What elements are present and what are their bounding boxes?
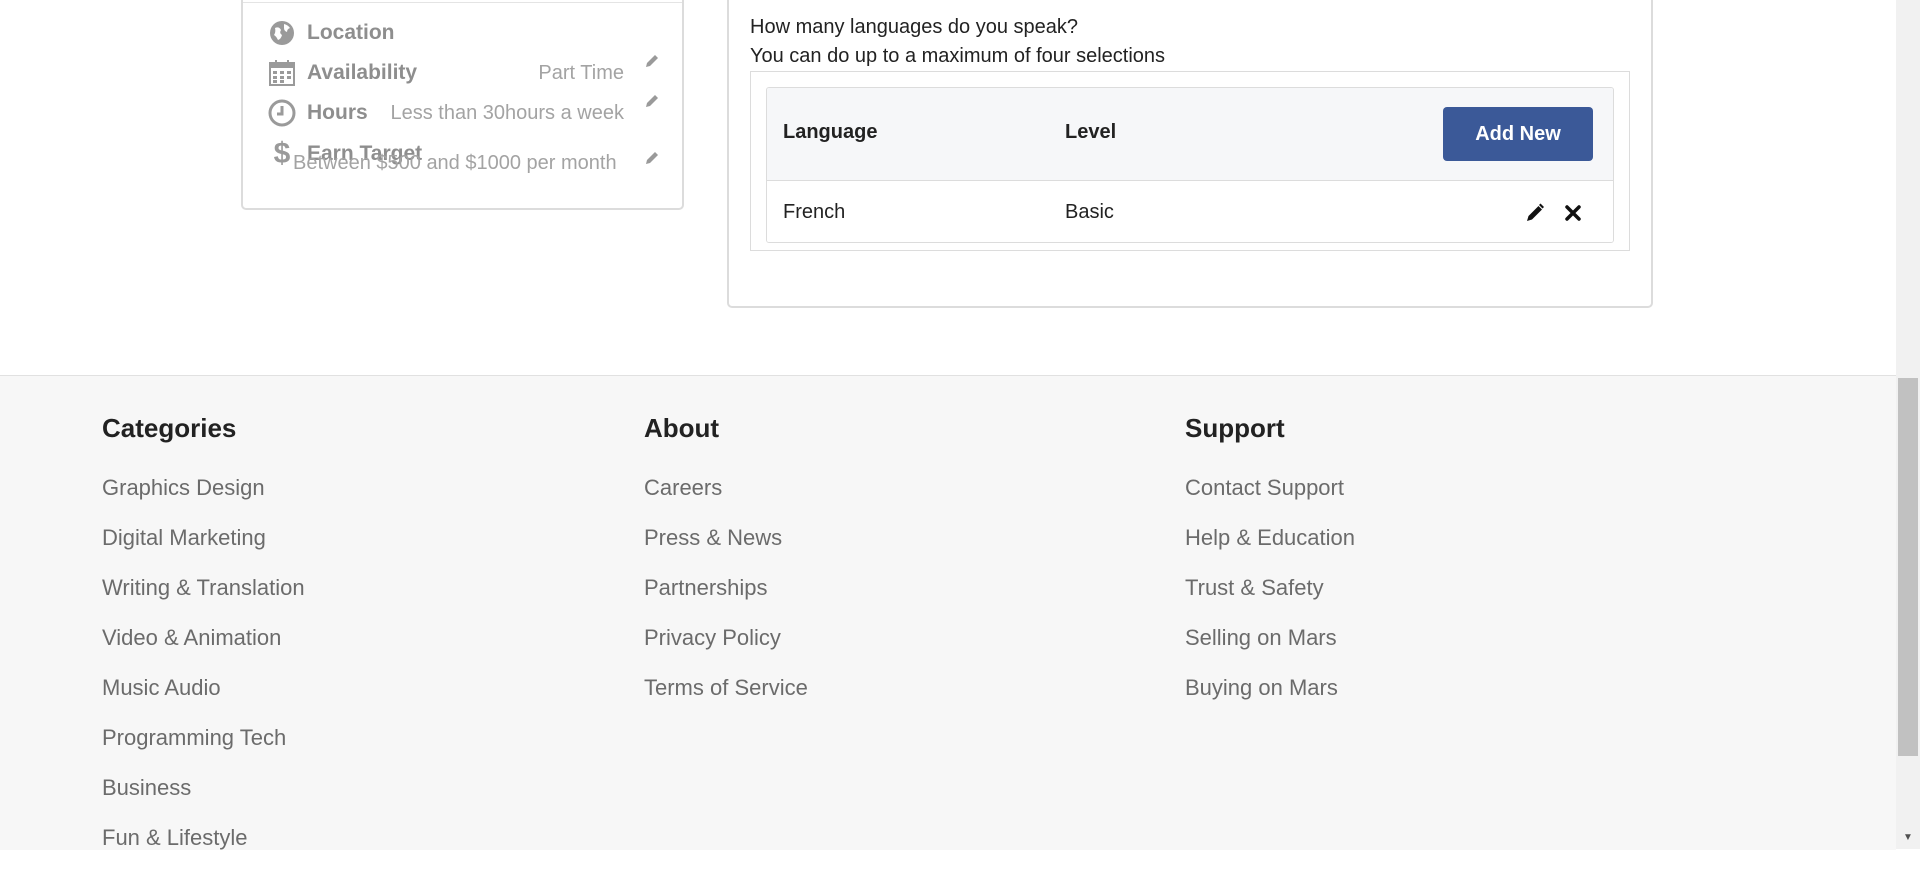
- languages-card: How many languages do you speak? You can…: [727, 0, 1653, 308]
- footer-link[interactable]: Careers: [644, 473, 808, 523]
- languages-table: Language Level Add New French Basic: [766, 87, 1614, 243]
- column-header-language: Language: [783, 121, 878, 143]
- footer-link[interactable]: Graphics Design: [102, 473, 305, 523]
- footer-link[interactable]: Business: [102, 773, 305, 823]
- globe-icon: [267, 18, 297, 48]
- delete-close-icon[interactable]: [1563, 203, 1583, 223]
- pencil-icon[interactable]: [644, 150, 662, 168]
- availability-value: Part Time: [538, 61, 624, 84]
- footer-link[interactable]: Selling on Mars: [1185, 623, 1355, 673]
- footer-link[interactable]: Partnerships: [644, 573, 808, 623]
- footer-link[interactable]: Buying on Mars: [1185, 673, 1355, 723]
- footer-link[interactable]: Programming Tech: [102, 723, 305, 773]
- footer-link[interactable]: Help & Education: [1185, 523, 1355, 573]
- footer-link[interactable]: Press & News: [644, 523, 808, 573]
- footer-link[interactable]: Music Audio: [102, 673, 305, 723]
- calendar-icon: [267, 58, 297, 88]
- table-header: Language Level Add New: [767, 88, 1613, 181]
- location-label: Location: [307, 21, 395, 44]
- footer-link[interactable]: Trust & Safety: [1185, 573, 1355, 623]
- level-cell: Basic: [1065, 201, 1114, 223]
- add-new-button[interactable]: Add New: [1443, 107, 1593, 161]
- languages-panel: Language Level Add New French Basic: [750, 71, 1630, 251]
- hours-row: Hours Less than 30hours a week: [267, 93, 662, 133]
- table-row: French Basic: [767, 181, 1613, 242]
- scrollbar-thumb[interactable]: [1898, 378, 1918, 756]
- footer-link[interactable]: Fun & Lifestyle: [102, 823, 305, 873]
- footer-link[interactable]: Video & Animation: [102, 623, 305, 673]
- footer-column-support: Support Contact Support Help & Education…: [1185, 413, 1355, 723]
- footer-column-about: About Careers Press & News Partnerships …: [644, 413, 808, 723]
- availability-row: Availability Part Time: [267, 53, 662, 93]
- footer-heading-categories: Categories: [102, 413, 237, 443]
- pencil-icon[interactable]: [644, 93, 662, 111]
- scroll-down-arrow-icon[interactable]: ▼: [1896, 825, 1920, 849]
- hours-label: Hours: [307, 101, 368, 124]
- footer-heading-support: Support: [1185, 413, 1285, 443]
- profile-details-card: Location Availability Part Time Hours Le…: [241, 0, 684, 210]
- location-row: Location: [267, 13, 662, 53]
- divider: [243, 2, 682, 3]
- availability-label: Availability: [307, 61, 418, 84]
- languages-note: You can do up to a maximum of four selec…: [750, 45, 1166, 67]
- hours-value: Less than 30hours a week: [390, 101, 625, 124]
- footer-link[interactable]: Privacy Policy: [644, 623, 808, 673]
- column-header-level: Level: [1065, 121, 1117, 143]
- language-cell: French: [783, 201, 846, 223]
- earn-target-value: Between $500 and $1000 per month: [293, 152, 617, 174]
- footer-link[interactable]: Writing & Translation: [102, 573, 305, 623]
- footer-column-categories: Categories Graphics Design Digital Marke…: [102, 413, 305, 873]
- footer-link[interactable]: Contact Support: [1185, 473, 1355, 523]
- clock-icon: [267, 98, 297, 128]
- edit-pencil-icon[interactable]: [1525, 203, 1545, 223]
- footer-link[interactable]: Terms of Service: [644, 673, 808, 723]
- languages-question: How many languages do you speak?: [750, 16, 1078, 38]
- site-footer: Categories Graphics Design Digital Marke…: [0, 375, 1896, 850]
- main-content: Location Availability Part Time Hours Le…: [0, 0, 1896, 376]
- footer-link[interactable]: Digital Marketing: [102, 523, 305, 573]
- footer-heading-about: About: [644, 413, 720, 443]
- pencil-icon[interactable]: [644, 53, 662, 71]
